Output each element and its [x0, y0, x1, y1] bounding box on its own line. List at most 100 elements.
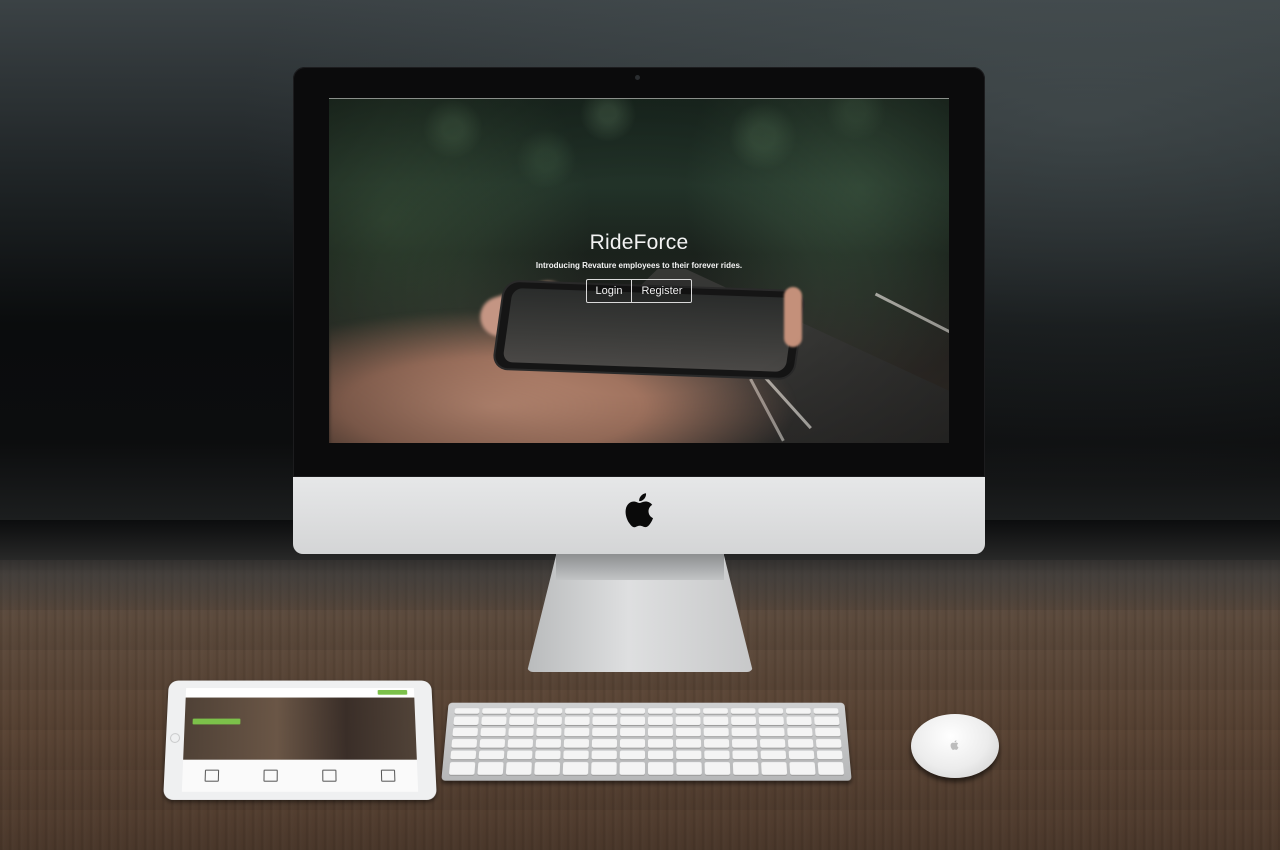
keyboard-key — [647, 716, 673, 725]
keyboard-key — [704, 762, 731, 775]
keyboard-key — [759, 727, 785, 737]
keyboard-key — [482, 708, 508, 714]
keyboard-key — [534, 762, 561, 775]
ipad-hero-button — [192, 718, 241, 725]
keyboard-key — [479, 739, 506, 748]
ipad-site-nav — [185, 688, 415, 698]
keyboard-key — [453, 716, 479, 725]
keyboard-key — [451, 739, 478, 748]
keyboard-key — [675, 727, 701, 737]
keyboard-key — [814, 716, 840, 725]
keyboard-key — [505, 762, 532, 775]
keyboard-key — [759, 739, 786, 748]
ipad-site-hero — [183, 697, 417, 760]
keyboard-key — [478, 750, 505, 760]
ipad — [163, 680, 437, 800]
keyboard-key — [817, 762, 845, 775]
keyboard-key — [592, 716, 618, 725]
keyboard-key — [591, 750, 617, 760]
keyboard-key — [591, 762, 617, 775]
keyboard-key — [481, 716, 507, 725]
document-icon — [263, 769, 278, 782]
tools-icon — [380, 769, 396, 782]
keyboard-key — [537, 708, 563, 714]
keyboard-key — [704, 750, 730, 760]
keyboard-key — [647, 708, 673, 714]
pen-icon — [322, 769, 337, 782]
keyboard-key — [565, 708, 590, 714]
register-button[interactable]: Register — [631, 280, 692, 302]
keyboard-key — [732, 750, 758, 760]
keyboard-key — [509, 708, 535, 714]
keyboard-key — [786, 716, 812, 725]
keyboard-key — [731, 727, 757, 737]
ipad-screen — [181, 688, 419, 792]
login-button[interactable]: Login — [586, 280, 632, 302]
keyboard-key — [620, 716, 646, 725]
keyboard-key — [731, 716, 757, 725]
keyboard-key — [703, 739, 730, 748]
keyboard-key — [563, 739, 590, 748]
keyboard-key — [564, 716, 590, 725]
ipad-home-button — [169, 733, 181, 743]
webcam — [635, 75, 640, 80]
tagline: Introducing Revature employees to their … — [535, 261, 743, 270]
keyboard-key — [703, 708, 728, 714]
keyboard-keys — [448, 708, 845, 775]
keyboard-key — [676, 750, 702, 760]
keyboard-key — [758, 708, 784, 714]
keyboard-key — [535, 739, 562, 748]
keyboard-key — [450, 750, 477, 760]
imac-chin — [293, 477, 985, 554]
keyboard-key — [562, 762, 589, 775]
keyboard-key — [591, 739, 618, 748]
keyboard — [441, 702, 852, 781]
keyboard-key — [816, 750, 843, 760]
keyboard-key — [787, 739, 814, 748]
keyboard-key — [788, 750, 815, 760]
keyboard-key — [758, 716, 784, 725]
keyboard-key — [535, 750, 561, 760]
keyboard-key — [732, 762, 759, 775]
keyboard-key — [448, 762, 476, 775]
keyboard-key — [592, 708, 618, 714]
keyboard-key — [620, 708, 646, 714]
keyboard-key — [731, 739, 758, 748]
keyboard-key — [452, 727, 479, 737]
keyboard-key — [730, 708, 756, 714]
keyboard-key — [789, 762, 816, 775]
keyboard-key — [787, 727, 813, 737]
apple-logo-icon — [950, 740, 959, 750]
hero-section: RideForce Introducing Revature employees… — [329, 231, 949, 303]
keyboard-key — [619, 750, 645, 760]
keyboard-key — [647, 727, 673, 737]
keyboard-key — [619, 762, 645, 775]
website-screen: RideForce Introducing Revature employees… — [329, 98, 949, 443]
keyboard-key — [563, 750, 589, 760]
keyboard-key — [507, 739, 534, 748]
keyboard-key — [675, 708, 701, 714]
brand-title: RideForce — [589, 231, 689, 254]
keyboard-key — [761, 762, 788, 775]
keyboard-key — [648, 762, 674, 775]
keyboard-key — [508, 727, 534, 737]
keyboard-key — [675, 739, 702, 748]
keyboard-key — [675, 716, 701, 725]
keyboard-key — [509, 716, 535, 725]
keyboard-key — [813, 708, 839, 714]
laptop-icon — [204, 769, 220, 782]
keyboard-key — [785, 708, 811, 714]
keyboard-key — [676, 762, 702, 775]
keyboard-key — [760, 750, 787, 760]
keyboard-key — [454, 708, 480, 714]
keyboard-key — [647, 739, 674, 748]
keyboard-key — [480, 727, 506, 737]
keyboard-key — [506, 750, 533, 760]
keyboard-key — [536, 716, 562, 725]
keyboard-key — [477, 762, 504, 775]
keyboard-key — [592, 727, 618, 737]
auth-button-group: Login Register — [585, 279, 693, 303]
ipad-feature-icons — [181, 759, 419, 792]
keyboard-key — [814, 727, 841, 737]
apple-logo-icon — [625, 493, 653, 528]
